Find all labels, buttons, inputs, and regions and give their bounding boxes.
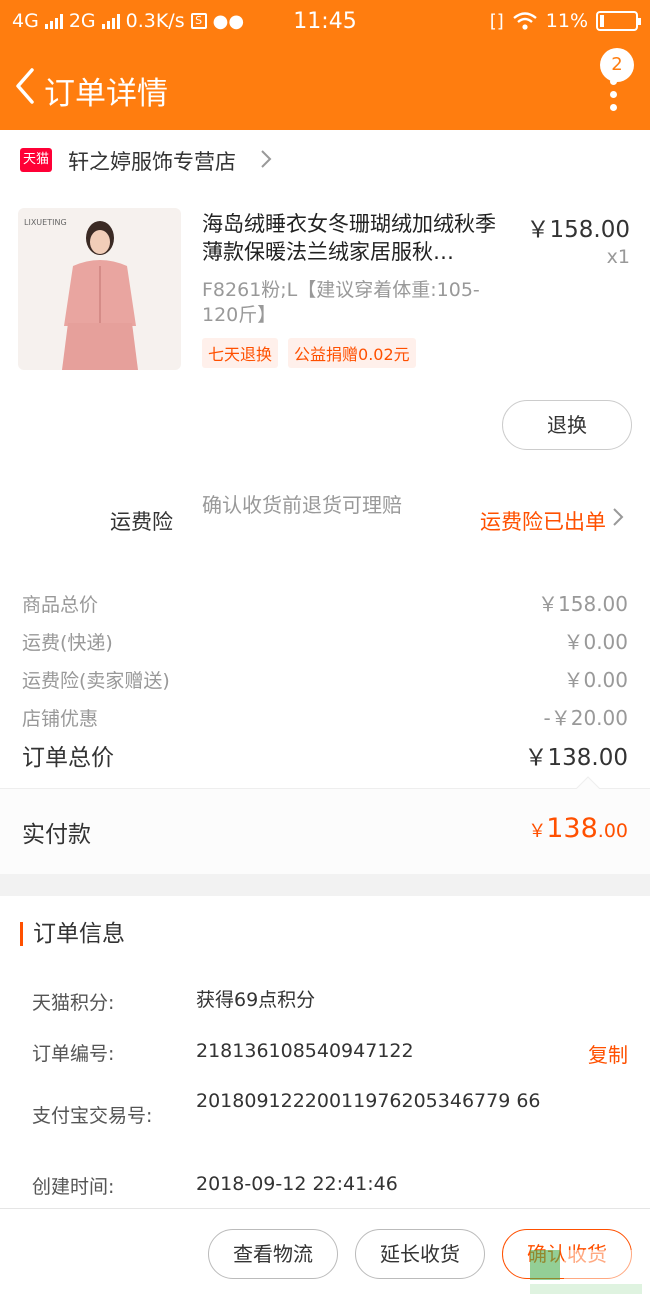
chevron-right-icon	[261, 150, 272, 168]
order-info-heading: 订单信息	[20, 922, 125, 946]
cost-value: -￥20.00	[543, 706, 628, 730]
cost-row-goods: 商品总价 ￥158.00	[0, 582, 650, 620]
product-card: LIXUETING 海岛绒睡衣女冬珊瑚绒加绒秋季薄款保暖法兰绒家居服秋… ￥15…	[0, 188, 650, 480]
chevron-right-icon	[613, 508, 624, 526]
shop-row[interactable]: 天猫 轩之婷服饰专营店	[0, 130, 650, 188]
info-key: 创建时间:	[32, 1176, 115, 1198]
more-menu-icon[interactable]	[610, 78, 618, 114]
status-bar: 4G 2G 0.3K/s S ●● 11:45 [] 11%	[0, 0, 650, 44]
shipping-insurance-row[interactable]: 运费险 确认收货前退货可理赔 运费险已出单	[0, 480, 650, 560]
thumb-brand: LIXUETING	[24, 218, 67, 227]
paid-integer: 138	[546, 813, 598, 844]
copy-button[interactable]: 复制	[588, 1039, 628, 1068]
bottom-action-bar: 查看物流 延长收货 确认收货	[0, 1208, 650, 1300]
shop-name[interactable]: 轩之婷服饰专营店	[68, 146, 236, 176]
cost-value: ￥0.00	[563, 630, 628, 654]
cost-label: 商品总价	[22, 594, 99, 616]
cost-label: 运费(快递)	[22, 632, 113, 654]
wifi-icon	[513, 12, 537, 30]
info-value: 20180912220011976205346779 66	[196, 1090, 541, 1112]
info-key: 订单编号:	[32, 1043, 115, 1065]
extend-receipt-button[interactable]: 延长收货	[355, 1229, 485, 1279]
service-tags: 七天退换 公益捐赠0.02元	[202, 338, 416, 368]
nav-bar: 订单详情 2	[0, 44, 650, 130]
cost-row-shipping: 运费(快递) ￥0.00	[0, 620, 650, 658]
view-logistics-button[interactable]: 查看物流	[208, 1229, 338, 1279]
order-total-row: 订单总价 ￥138.00	[0, 734, 650, 778]
info-value: 2018-09-12 22:41:46	[196, 1173, 398, 1195]
insurance-description: 确认收货前退货可理赔	[202, 493, 402, 517]
cost-breakdown: 商品总价 ￥158.00 运费(快递) ￥0.00 运费险(卖家赠送) ￥0.0…	[0, 560, 650, 788]
vibrate-icon: []	[489, 10, 504, 32]
header: 4G 2G 0.3K/s S ●● 11:45 [] 11% 订单详情 2	[0, 0, 650, 130]
product-quantity: x1	[606, 246, 630, 268]
back-arrow-icon[interactable]	[10, 64, 40, 108]
insurance-status[interactable]: 运费险已出单	[480, 506, 606, 536]
info-key: 支付宝交易号:	[32, 1105, 153, 1127]
info-value: 218136108540947122	[196, 1040, 414, 1062]
refund-button[interactable]: 退换	[502, 400, 632, 450]
paid-amount: ￥138.00	[528, 813, 628, 844]
page-title: 订单详情	[44, 76, 168, 112]
cost-label: 运费险(卖家赠送)	[22, 670, 170, 692]
info-value: 获得69点积分	[196, 989, 316, 1011]
product-price: ￥158.00	[526, 217, 630, 243]
watermark-logo	[530, 1250, 642, 1294]
product-sku: F8261粉;L【建议穿着体重:105-120斤】	[202, 279, 480, 326]
order-info-section: 订单信息 天猫积分: 获得69点积分 订单编号: 218136108540947…	[0, 896, 650, 1208]
insurance-label: 运费险	[110, 510, 173, 534]
tmall-logo: 天猫	[20, 148, 52, 172]
cost-value: ￥0.00	[563, 668, 628, 692]
paid-amount-row: 实付款 ￥138.00	[0, 776, 650, 874]
message-badge[interactable]: 2	[600, 48, 634, 82]
order-total-value: ￥138.00	[524, 745, 628, 771]
status-right: [] 11%	[489, 10, 641, 32]
cost-row-insurance: 运费险(卖家赠送) ￥0.00	[0, 658, 650, 696]
info-key: 天猫积分:	[32, 992, 115, 1014]
cost-label: 店铺优惠	[22, 708, 99, 730]
tag-seven-day-return: 七天退换	[202, 338, 279, 368]
order-total-label: 订单总价	[22, 745, 114, 771]
battery-icon	[596, 11, 641, 31]
caret-up-icon	[576, 776, 600, 789]
product-image[interactable]: LIXUETING	[18, 208, 181, 370]
tag-charity: 公益捐赠0.02元	[288, 338, 416, 368]
paid-label: 实付款	[22, 822, 91, 848]
paid-currency: ￥	[528, 821, 547, 842]
product-title[interactable]: 海岛绒睡衣女冬珊瑚绒加绒秋季薄款保暖法兰绒家居服秋…	[202, 210, 512, 266]
product-photo	[62, 221, 138, 370]
paid-decimal: .00	[597, 820, 628, 842]
cost-row-discount: 店铺优惠 -￥20.00	[0, 696, 650, 734]
cost-value: ￥158.00	[538, 592, 628, 616]
battery-percent: 11%	[545, 10, 588, 32]
